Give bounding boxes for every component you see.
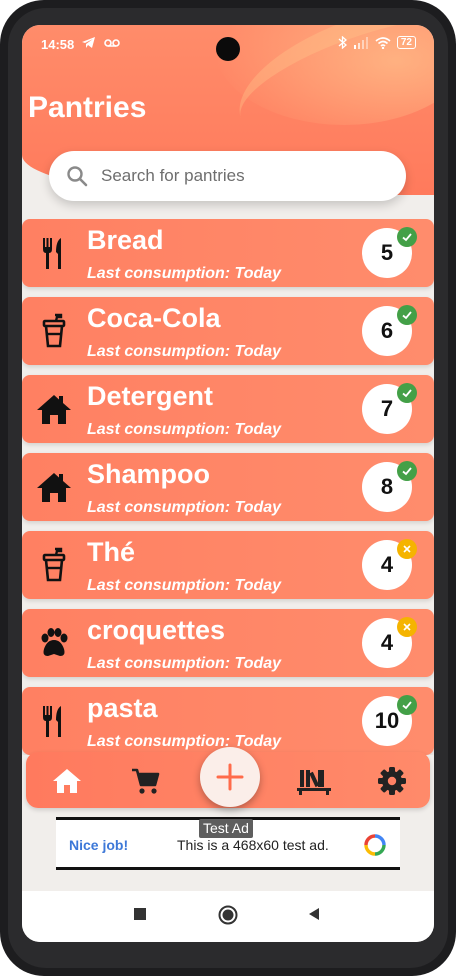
pantry-card[interactable]: Detergent Last consumption: Today 7 [22, 375, 434, 443]
telegram-icon [82, 37, 95, 48]
warning-x-icon [397, 539, 417, 559]
search-icon [67, 166, 88, 187]
pantry-card[interactable]: croquettes Last consumption: Today 4 [22, 609, 434, 677]
status-right-icons: 72 [338, 36, 416, 49]
pantry-card[interactable]: Thé Last consumption: Today 4 [22, 531, 434, 599]
battery-indicator: 72 [396, 36, 416, 49]
recents-square-icon[interactable] [133, 907, 147, 921]
paw-icon [36, 625, 72, 661]
pantry-last-consumption: Last consumption: Today [87, 499, 282, 516]
pantry-name: pasta [87, 693, 158, 723]
ad-body: This is a 468x60 test ad. [177, 837, 329, 853]
pantry-card[interactable]: Shampoo Last consumption: Today 8 [22, 453, 434, 521]
pantry-card[interactable]: Coca-Cola Last consumption: Today 6 [22, 297, 434, 365]
home-circle-icon[interactable] [218, 905, 238, 925]
check-icon [397, 227, 417, 247]
pantry-name: Bread [87, 225, 164, 255]
drink-cup-icon [36, 313, 72, 349]
shelves-icon[interactable] [296, 765, 332, 797]
search-bar[interactable] [49, 151, 406, 201]
ad-choices-logo[interactable] [363, 833, 387, 857]
status-left-icons [82, 36, 120, 51]
check-icon [397, 461, 417, 481]
voicemail-icon [103, 39, 120, 47]
pantry-last-consumption: Last consumption: Today [87, 733, 282, 750]
home-icon [36, 469, 72, 505]
add-button[interactable] [200, 747, 260, 807]
ad-tooltip: Test Ad [199, 819, 253, 838]
check-icon [397, 695, 417, 715]
status-time: 14:58 [41, 37, 75, 52]
page-title: Pantries [28, 91, 147, 124]
utensils-icon [36, 235, 72, 271]
pantry-name: croquettes [87, 615, 226, 645]
home-icon[interactable] [51, 765, 83, 797]
ad-headline: Nice job! [69, 837, 129, 853]
pantry-card[interactable]: pasta Last consumption: Today 10 [22, 687, 434, 755]
signal-icon [353, 36, 368, 49]
wifi-icon [375, 36, 391, 49]
pantry-name: Detergent [87, 381, 214, 411]
status-bar: 14:58 72 [22, 25, 434, 63]
check-icon [397, 383, 417, 403]
pantry-last-consumption: Last consumption: Today [87, 265, 282, 282]
search-input[interactable] [101, 151, 391, 201]
cart-icon[interactable] [129, 765, 161, 797]
pantry-last-consumption: Last consumption: Today [87, 421, 282, 438]
home-icon [36, 391, 72, 427]
back-triangle-icon[interactable] [307, 907, 321, 921]
front-camera [216, 37, 240, 61]
check-icon [397, 305, 417, 325]
pantry-card[interactable]: Bread Last consumption: Today 5 [22, 219, 434, 287]
pantry-name: Thé [87, 537, 136, 567]
pantry-name: Coca-Cola [87, 303, 221, 333]
system-navigation-bar [22, 891, 434, 942]
pantry-last-consumption: Last consumption: Today [87, 343, 282, 360]
pantry-last-consumption: Last consumption: Today [87, 655, 282, 672]
pantry-last-consumption: Last consumption: Today [87, 577, 282, 594]
bluetooth-icon [338, 36, 347, 49]
drink-cup-icon [36, 547, 72, 583]
add-icon [216, 763, 244, 791]
warning-x-icon [397, 617, 417, 637]
app-screen: 14:58 72 Pantries Search for pantries Br… [22, 25, 434, 942]
utensils-icon [36, 703, 72, 739]
pantry-list: Bread Last consumption: Today 5 Coca-Cola La… [22, 219, 434, 755]
pantry-name: Shampoo [87, 459, 211, 489]
settings-icon[interactable] [376, 765, 408, 797]
